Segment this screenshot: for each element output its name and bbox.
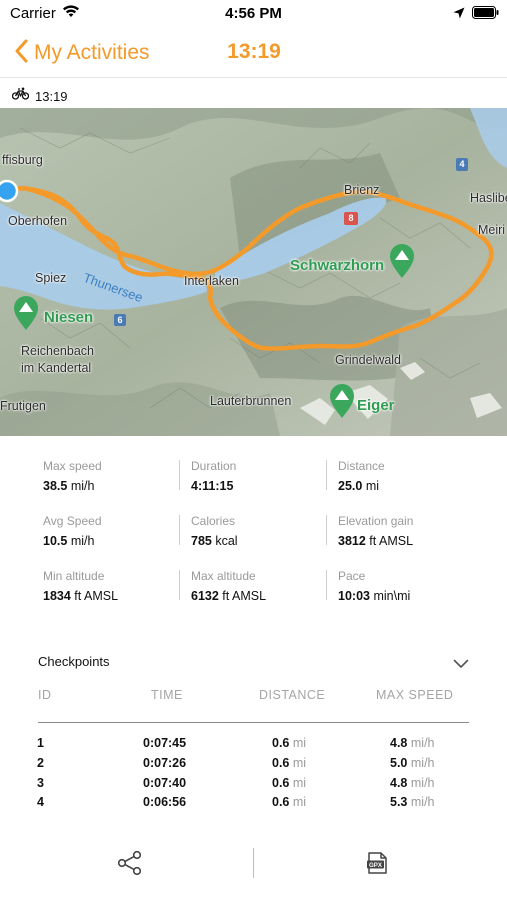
map-label-meiri: Meiri — [478, 223, 506, 237]
checkpoint-max-speed: 4.8 mi/h — [390, 736, 435, 750]
stat-avg-speed: Avg Speed 10.5 mi/h — [43, 514, 183, 548]
map-label-grindelwald: Grindelwald — [335, 353, 402, 367]
checkpoint-distance: 0.6 mi — [272, 795, 307, 809]
gpx-file-icon: GPX — [367, 852, 387, 874]
stat-value: 785 kcal — [191, 534, 238, 548]
checkpoint-id: 4 — [37, 795, 44, 809]
stat-max-speed: Max speed 38.5 mi/h — [43, 459, 183, 493]
checkpoint-distance: 0.6 mi — [272, 756, 307, 770]
map-label-ffisburg: ffisburg — [2, 153, 43, 167]
map-label-oberhofen: Oberhofen — [8, 214, 68, 228]
map-label-lauterbrunnen: Lauterbrunnen — [210, 394, 292, 408]
activity-summary: 13:19 — [11, 86, 68, 106]
start-marker — [0, 179, 19, 203]
stat-value: 25.0 mi — [338, 479, 380, 493]
checkpoint-time: 0:07:26 — [143, 756, 187, 770]
road-shield-6: 6 — [114, 314, 126, 326]
map-label-im-kandertal: im Kandertal — [21, 361, 92, 375]
checkpoint-distance: 0.6 mi — [272, 776, 307, 790]
stat-label: Elevation gain — [338, 514, 414, 528]
stat-label: Duration — [191, 459, 237, 473]
stat-pace: Pace 10:03 min\mi — [338, 569, 478, 603]
page-title: 13:19 — [227, 40, 281, 63]
navigation-bar: My Activities 13:19 — [0, 30, 507, 78]
share-icon[interactable] — [117, 850, 143, 881]
map-label-interlaken: Interlaken — [184, 274, 239, 288]
map-label-spiez: Spiez — [35, 271, 67, 285]
location-arrow-icon — [453, 6, 465, 24]
checkpoint-max-speed: 5.3 mi/h — [390, 795, 435, 809]
stat-value: 6132 ft AMSL — [191, 589, 267, 603]
status-time: 4:56 PM — [225, 5, 282, 22]
stat-max-altitude: Max altitude 6132 ft AMSL — [191, 569, 331, 603]
stat-divider — [179, 460, 180, 490]
stat-value: 10:03 min\mi — [338, 589, 411, 603]
checkpoint-max-speed: 5.0 mi/h — [390, 756, 435, 770]
stat-divider — [326, 570, 327, 600]
table-divider — [38, 722, 469, 723]
column-header-id: ID — [38, 688, 52, 702]
stat-label: Min altitude — [43, 569, 105, 583]
stat-label: Max speed — [43, 459, 102, 473]
checkpoint-max-speed: 4.8 mi/h — [390, 776, 435, 790]
stat-label: Pace — [338, 569, 366, 583]
status-bar: Carrier 4:56 PM — [0, 0, 507, 30]
table-row[interactable]: 4 0:06:56 0.6 mi 5.3 mi/h — [0, 795, 507, 815]
column-header-time: TIME — [151, 688, 183, 702]
checkpoints-title: Checkpoints — [38, 654, 110, 669]
stat-value: 1834 ft AMSL — [43, 589, 119, 603]
checkpoint-time: 0:07:45 — [143, 736, 187, 750]
road-shield-8: 8 — [344, 212, 358, 225]
activity-time: 13:19 — [35, 88, 68, 104]
stat-value: 3812 ft AMSL — [338, 534, 414, 548]
map-label-reichenbach: Reichenbach — [21, 344, 94, 358]
table-row[interactable]: 2 0:07:26 0.6 mi 5.0 mi/h — [0, 756, 507, 776]
column-header-distance: DISTANCE — [259, 688, 326, 702]
route-map[interactable]: ffisburg Oberhofen Spiez Thunersee Niese… — [0, 108, 507, 436]
checkpoint-distance: 0.6 mi — [272, 736, 307, 750]
stat-value: 38.5 mi/h — [43, 479, 95, 493]
map-label-eiger: Eiger — [357, 397, 395, 414]
stat-divider — [326, 515, 327, 545]
stat-duration: Duration 4:11:15 — [191, 459, 331, 493]
map-label-niesen: Niesen — [44, 309, 94, 326]
gpx-label: GPX — [369, 862, 383, 869]
stat-divider — [326, 460, 327, 490]
map-label-haslib: Haslibe — [470, 191, 507, 205]
battery-icon — [472, 6, 499, 24]
chevron-down-icon[interactable] — [453, 656, 469, 674]
table-row[interactable]: 3 0:07:40 0.6 mi 4.8 mi/h — [0, 776, 507, 796]
stat-calories: Calories 785 kcal — [191, 514, 331, 548]
stat-divider — [179, 515, 180, 545]
road-shield-4: 4 — [456, 158, 468, 171]
stat-label: Calories — [191, 514, 236, 528]
checkpoint-time: 0:07:40 — [143, 776, 187, 790]
map-label-frutigen: Frutigen — [0, 399, 46, 413]
stat-distance: Distance 25.0 mi — [338, 459, 478, 493]
bicycle-icon — [11, 87, 30, 105]
map-label-schwarzhorn: Schwarzhorn — [290, 257, 385, 274]
map-label-brienz: Brienz — [344, 183, 380, 197]
toolbar-divider — [253, 848, 254, 878]
stat-label: Max altitude — [191, 569, 256, 583]
bottom-toolbar: GPX — [0, 840, 507, 890]
stat-label: Avg Speed — [43, 514, 102, 528]
column-header-max-speed: MAX SPEED — [376, 688, 454, 702]
stat-value: 4:11:15 — [191, 479, 234, 493]
stat-min-altitude: Min altitude 1834 ft AMSL — [43, 569, 183, 603]
checkpoint-id: 2 — [37, 756, 44, 770]
stat-divider — [179, 570, 180, 600]
stat-elevation-gain: Elevation gain 3812 ft AMSL — [338, 514, 478, 548]
checkpoint-time: 0:06:56 — [143, 795, 187, 809]
stat-value: 10.5 mi/h — [43, 534, 95, 548]
gpx-export-button[interactable]: GPX — [365, 851, 389, 880]
stat-label: Distance — [338, 459, 385, 473]
checkpoint-id: 1 — [37, 736, 44, 750]
table-row[interactable]: 1 0:07:45 0.6 mi 4.8 mi/h — [0, 736, 507, 756]
checkpoint-id: 3 — [37, 776, 44, 790]
map-canvas — [0, 108, 507, 436]
